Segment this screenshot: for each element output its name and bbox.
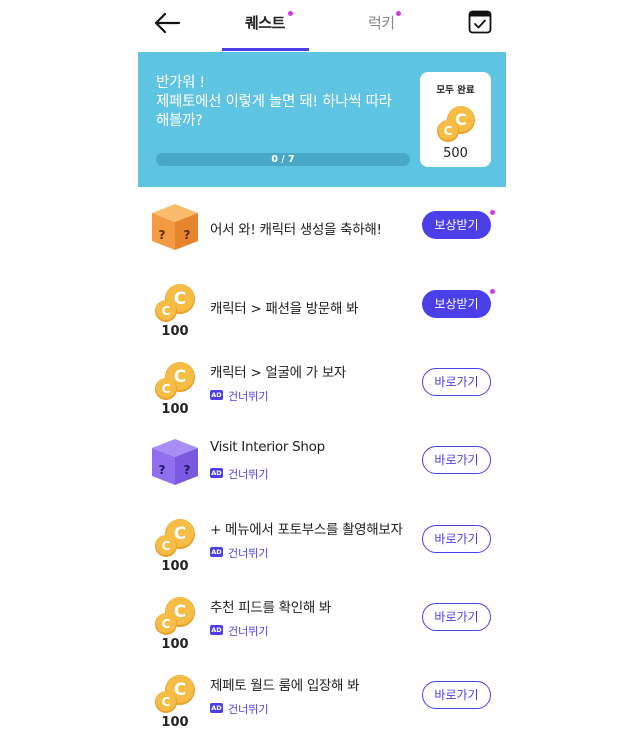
quest-row: ? ? 어서 와! 캐릭터 생성을 축하해! 보상받기: [138, 202, 506, 280]
svg-text:C: C: [162, 539, 171, 553]
quest-reward-amount: 100: [161, 324, 189, 339]
quest-reward-amount: 100: [161, 402, 189, 417]
quest-title: Visit Interior Shop: [210, 439, 325, 455]
reward-amount: 500: [443, 146, 468, 161]
quest-row: C C 100 캐릭터 > 패션을 방문해 봐 보상받기: [138, 281, 506, 359]
quest-title: 캐릭터 > 얼굴에 가 보자: [210, 365, 347, 381]
ad-badge: AD: [210, 390, 223, 400]
ad-badge: AD: [210, 468, 223, 478]
svg-text:C: C: [162, 304, 171, 318]
progress-label: 0 / 7: [271, 154, 295, 165]
tab-quest-notification-dot: [288, 11, 293, 16]
quest-title: 캐릭터 > 패션을 방문해 봐: [210, 301, 359, 317]
quest-row: C C 100 제페토 월드 룸에 입장해 봐 AD 건너뛰기 바로가기: [138, 672, 506, 750]
welcome-banner: 반가워 ! 제페토에선 이렇게 놀면 돼! 하나씩 따라 해볼까? 0 / 7 …: [138, 52, 506, 187]
svg-text:?: ?: [184, 228, 191, 242]
orange-mystery-box-icon: ? ?: [152, 204, 198, 250]
skip-label[interactable]: 건너뛰기: [228, 388, 268, 404]
claim-reward-button[interactable]: 보상받기: [422, 290, 491, 318]
svg-text:?: ?: [159, 228, 166, 242]
svg-text:C: C: [162, 382, 171, 396]
ad-badge: AD: [210, 703, 223, 713]
go-button[interactable]: 바로가기: [422, 446, 491, 474]
quest-row: C C 100 + 메뉴에서 포토부스를 촬영해보자 AD 건너뛰기 바로가기: [138, 516, 506, 594]
go-button[interactable]: 바로가기: [422, 681, 491, 709]
quest-row: ? ? Visit Interior Shop AD 건너뛰기 바로가기: [138, 437, 506, 515]
quest-title: 어서 와! 캐릭터 생성을 축하해!: [210, 222, 382, 238]
quest-reward-amount: 100: [161, 559, 189, 574]
calendar-check-icon[interactable]: [468, 10, 492, 34]
coin-icon: C C: [437, 106, 475, 142]
svg-text:?: ?: [159, 463, 166, 477]
skip-label[interactable]: 건너뛰기: [228, 466, 268, 482]
svg-text:C: C: [162, 617, 171, 631]
progress-bar: 0 / 7: [156, 153, 410, 166]
banner-line-3: 해볼까?: [156, 113, 203, 129]
ad-badge: AD: [210, 547, 223, 557]
active-tab-indicator: [222, 48, 309, 51]
notification-dot: [490, 210, 495, 215]
quest-reward-amount: 100: [161, 715, 189, 730]
banner-line-1: 반가워 !: [156, 75, 205, 91]
quest-title: 추천 피드를 확인해 봐: [210, 600, 332, 616]
quest-screen: 퀘스트 럭키 반가워 ! 제페토에선 이렇게 놀면 돼! 하나씩 따라 해볼까?…: [138, 0, 506, 730]
tab-quest[interactable]: 퀘스트: [245, 12, 285, 33]
notification-dot: [490, 289, 495, 294]
purple-mystery-box-icon: ? ?: [152, 439, 198, 485]
tab-lucky[interactable]: 럭키: [368, 12, 395, 33]
skip-label[interactable]: 건너뛰기: [228, 545, 268, 561]
skip-label[interactable]: 건너뛰기: [228, 623, 268, 639]
quest-title: + 메뉴에서 포토부스를 촬영해보자: [210, 522, 403, 538]
quest-title: 제페토 월드 룸에 입장해 봐: [210, 678, 360, 694]
svg-text:C: C: [162, 695, 171, 709]
banner-message: 반가워 ! 제페토에선 이렇게 놀면 돼! 하나씩 따라 해볼까?: [156, 74, 411, 131]
tab-lucky-notification-dot: [396, 11, 401, 16]
quest-row: C C 100 캐릭터 > 얼굴에 가 보자 AD 건너뛰기 바로가기: [138, 359, 506, 437]
arrow-left-icon[interactable]: [152, 10, 182, 36]
header: 퀘스트 럭키: [138, 0, 506, 52]
ad-badge: AD: [210, 625, 223, 635]
go-button[interactable]: 바로가기: [422, 525, 491, 553]
svg-text:?: ?: [184, 463, 191, 477]
go-button[interactable]: 바로가기: [422, 368, 491, 396]
reward-title: 모두 완료: [436, 85, 475, 96]
quest-row: C C 100 추천 피드를 확인해 봐 AD 건너뛰기 바로가기: [138, 594, 506, 672]
svg-text:C: C: [444, 124, 453, 138]
banner-line-2: 제페토에선 이렇게 놀면 돼! 하나씩 따라: [156, 94, 392, 110]
all-complete-reward-card: 모두 완료 C C 500: [420, 72, 491, 167]
skip-label[interactable]: 건너뛰기: [228, 701, 268, 717]
go-button[interactable]: 바로가기: [422, 603, 491, 631]
claim-reward-button[interactable]: 보상받기: [422, 211, 491, 239]
quest-reward-amount: 100: [161, 637, 189, 652]
